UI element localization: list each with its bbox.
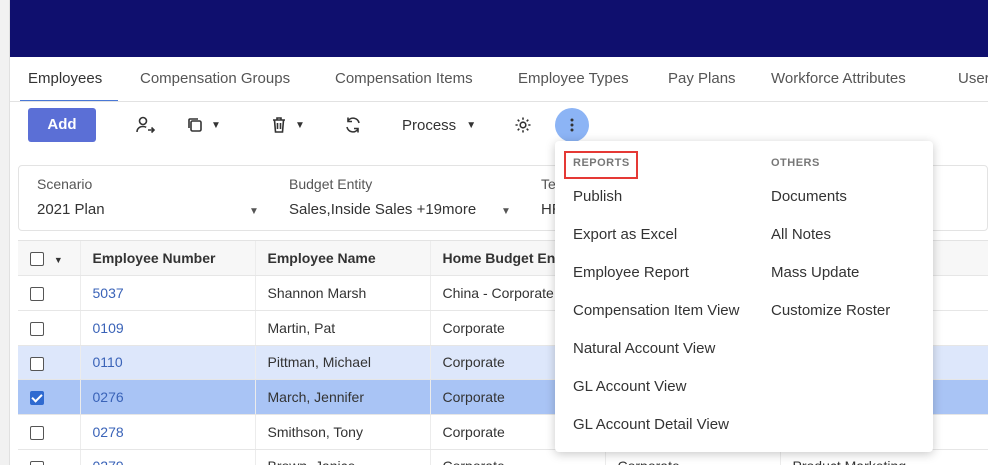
others-section-header: OTHERS (771, 157, 820, 169)
scenario-select[interactable]: 2021 Plan (37, 201, 105, 218)
row-checkbox[interactable] (30, 287, 44, 302)
select-all-header[interactable]: ▼ (18, 241, 81, 277)
tab-compensation-groups[interactable]: Compensation Groups (140, 57, 290, 101)
menu-item-documents[interactable]: Documents (771, 188, 847, 205)
menu-item-publish[interactable]: Publish (573, 188, 622, 205)
menu-item-export-excel[interactable]: Export as Excel (573, 226, 677, 243)
user-arrow-icon (136, 116, 156, 134)
menu-item-mass-update[interactable]: Mass Update (771, 264, 859, 281)
process-label: Process (402, 116, 457, 134)
process-dropdown-button[interactable]: Process ▼ (402, 110, 476, 140)
copy-dropdown-button[interactable]: ▼ (185, 110, 221, 140)
delete-dropdown-button[interactable]: ▼ (269, 110, 305, 140)
refresh-button[interactable] (343, 110, 363, 140)
employee-name-cell: Brown, Janice (255, 449, 431, 465)
refresh-icon (346, 117, 360, 133)
gear-icon (515, 117, 531, 133)
employee-name-cell: Pittman, Michael (255, 345, 431, 381)
column-header-employee-name[interactable]: Employee Name (255, 241, 431, 277)
chevron-down-icon[interactable]: ▼ (54, 255, 63, 265)
employee-name-cell: Martin, Pat (255, 310, 431, 346)
menu-item-natural-account-view[interactable]: Natural Account View (573, 340, 715, 357)
more-options-button[interactable] (555, 108, 589, 142)
chevron-down-icon: ▼ (295, 119, 305, 131)
employee-name-cell: Shannon Marsh (255, 275, 431, 311)
tab-pay-plans[interactable]: Pay Plans (668, 57, 736, 101)
tab-employee-types[interactable]: Employee Types (518, 57, 629, 101)
menu-item-employee-report[interactable]: Employee Report (573, 264, 689, 281)
settings-button[interactable] (513, 110, 533, 140)
menu-item-gl-account-view[interactable]: GL Account View (573, 378, 686, 395)
menu-item-compensation-item-view[interactable]: Compensation Item View (573, 302, 739, 319)
employee-number-link[interactable]: 0278 (80, 414, 256, 450)
row-checkbox[interactable] (30, 425, 44, 440)
employee-number-link[interactable]: 0110 (80, 345, 256, 381)
menu-item-customize-roster[interactable]: Customize Roster (771, 302, 890, 319)
add-button[interactable]: Add (28, 108, 96, 142)
tab-bar: Employees Compensation Groups Compensati… (10, 57, 988, 102)
chevron-down-icon[interactable]: ▼ (501, 206, 511, 217)
tab-workforce-attributes[interactable]: Workforce Attributes (771, 57, 906, 101)
trash-icon (273, 117, 285, 133)
column-header-employee-number[interactable]: Employee Number (80, 241, 256, 277)
employee-number-link[interactable]: 0109 (80, 310, 256, 346)
copy-icon (188, 118, 202, 132)
row-checkbox[interactable] (30, 321, 44, 336)
more-options-menu: REPORTS OTHERS Publish Export as Excel E… (555, 141, 933, 452)
menu-item-all-notes[interactable]: All Notes (771, 226, 831, 243)
chevron-down-icon: ▼ (466, 119, 477, 131)
chevron-down-icon[interactable]: ▼ (249, 206, 259, 217)
vertical-ellipsis-icon (570, 118, 574, 132)
employee-name-cell: March, Jennifer (255, 379, 431, 415)
budget-entity-label: Budget Entity (289, 176, 373, 192)
tab-compensation-items[interactable]: Compensation Items (335, 57, 473, 101)
third-filter-label: Te (541, 176, 556, 192)
tab-users[interactable]: User (958, 57, 988, 101)
menu-item-gl-account-detail-view[interactable]: GL Account Detail View (573, 416, 729, 433)
app-header-bar (10, 0, 988, 57)
employee-number-link[interactable]: 0279 (80, 449, 256, 465)
reports-section-header: REPORTS (573, 157, 630, 169)
left-gutter (0, 0, 10, 465)
tab-employees[interactable]: Employees (19, 57, 119, 101)
chevron-down-icon: ▼ (211, 119, 221, 131)
select-all-checkbox[interactable] (30, 252, 44, 267)
scenario-label: Scenario (37, 176, 93, 192)
budget-entity-select[interactable]: Sales,Inside Sales +19more (289, 201, 476, 218)
employee-name-cell: Smithson, Tony (255, 414, 431, 450)
assign-user-button[interactable] (134, 110, 156, 140)
employee-number-link[interactable]: 5037 (80, 275, 256, 311)
row-checkbox[interactable] (30, 460, 44, 465)
employee-number-link[interactable]: 0276 (80, 379, 256, 415)
row-checkbox[interactable] (30, 391, 44, 406)
row-checkbox[interactable] (30, 356, 44, 371)
